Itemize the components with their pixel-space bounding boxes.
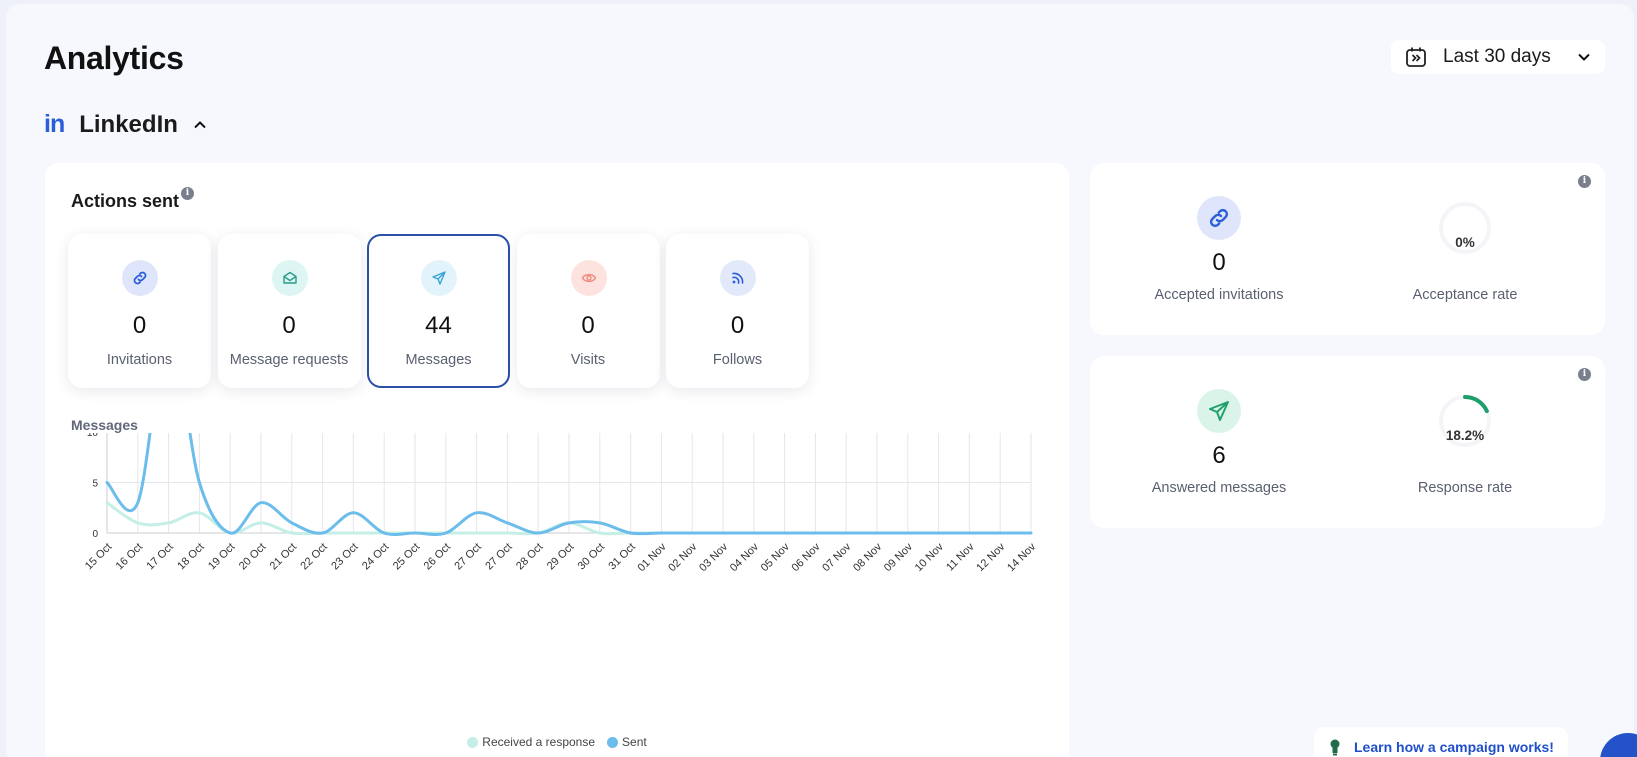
link-icon xyxy=(1197,196,1241,240)
x-tick-label: 30 Oct xyxy=(576,541,607,572)
y-tick-label: 5 xyxy=(92,479,98,490)
action-tile-invitations[interactable]: 0 Invitations xyxy=(68,234,211,388)
analytics-page: Analytics Last 30 days in LinkedIn Actio… xyxy=(6,4,1634,757)
linkedin-logo: in xyxy=(44,110,65,138)
linkedin-section-toggle[interactable]: in LinkedIn xyxy=(44,110,208,139)
legend-label-received: Received a response xyxy=(482,735,596,749)
actions-sent-title: Actions sent xyxy=(71,191,180,211)
calendar-forward-icon xyxy=(1406,47,1426,67)
x-tick-label: 11 Nov xyxy=(944,541,977,574)
action-tile-follows[interactable]: 0 Follows xyxy=(666,234,809,388)
tile-value: 0 xyxy=(132,312,147,339)
eye-icon xyxy=(570,260,607,296)
x-tick-label: 27 Oct xyxy=(452,541,483,572)
send-icon xyxy=(1197,389,1241,433)
x-tick-label: 29 Oct xyxy=(545,541,576,572)
accepted-invitations-value: 0 xyxy=(1212,249,1226,276)
x-tick-label: 23 Oct xyxy=(329,541,360,572)
legend-item-sent[interactable]: Sent xyxy=(607,735,647,749)
x-tick-label: 04 Nov xyxy=(728,541,761,574)
response-rate-value: 18.2% xyxy=(1445,428,1485,443)
x-tick-label: 19 Oct xyxy=(206,541,237,572)
x-tick-label: 02 Nov xyxy=(666,541,699,574)
acceptance-rate-label: Acceptance rate xyxy=(1412,287,1518,303)
date-range-value: Last 30 days xyxy=(1443,46,1551,67)
x-tick-label: 21 Oct xyxy=(268,541,299,572)
x-tick-label: 07 Nov xyxy=(820,541,853,574)
action-tile-message-requests[interactable]: 0 Message requests xyxy=(217,234,361,388)
accepted-invitations-label: Accepted invitations xyxy=(1154,287,1284,303)
chevron-up-icon xyxy=(194,120,206,128)
answered-messages-value: 6 xyxy=(1212,442,1226,469)
x-tick-label: 17 Oct xyxy=(144,541,175,572)
link-icon xyxy=(122,260,158,296)
x-tick-label: 26 Oct xyxy=(422,541,453,572)
x-tick-label: 18 Oct xyxy=(175,541,206,572)
messages-line-chart: 0510152015 Oct16 Oct17 Oct18 Oct19 Oct20… xyxy=(83,433,1039,574)
date-range-select[interactable]: Last 30 days xyxy=(1391,40,1605,74)
x-tick-label: 14 Nov xyxy=(1005,541,1038,574)
legend-label-sent: Sent xyxy=(622,735,647,749)
send-icon xyxy=(421,260,457,296)
x-tick-label: 09 Nov xyxy=(882,541,915,574)
page-title: Analytics xyxy=(44,40,184,76)
chart-legend: Received a response Sent xyxy=(45,735,1069,749)
info-icon[interactable]: i xyxy=(1578,175,1591,188)
chart-title: Messages xyxy=(71,417,138,433)
tile-label: Visits xyxy=(570,352,606,368)
tile-label: Follows xyxy=(712,352,763,368)
x-tick-label: 01 Nov xyxy=(636,541,669,574)
tile-value: 44 xyxy=(425,312,452,339)
tile-label: Messages xyxy=(405,352,472,368)
tile-value: 0 xyxy=(282,312,296,339)
acceptance-rate-value: 0% xyxy=(1455,235,1475,250)
x-tick-label: 28 Oct xyxy=(514,541,545,572)
x-tick-label: 05 Nov xyxy=(759,541,792,574)
x-tick-label: 08 Nov xyxy=(851,541,884,574)
x-tick-label: 10 Nov xyxy=(913,541,946,574)
info-icon[interactable]: i xyxy=(181,187,194,200)
x-tick-label: 06 Nov xyxy=(790,541,823,574)
action-tile-messages[interactable]: 44 Messages xyxy=(367,234,510,388)
rss-icon xyxy=(720,260,756,296)
actions-sent-card: Actions sent i 0 Invitations 0 Message requ… xyxy=(45,163,1069,757)
x-tick-label: 27 Oct xyxy=(483,541,514,572)
x-tick-label: 03 Nov xyxy=(697,541,730,574)
envelope-open-icon xyxy=(271,260,308,296)
x-tick-label: 12 Nov xyxy=(974,541,1007,574)
y-tick-label: 10 xyxy=(87,433,99,439)
accepted-invitations-card: i 0 Accepted invitations 0% Acceptance r… xyxy=(1090,163,1605,335)
platform-name: LinkedIn xyxy=(79,110,178,138)
learn-campaign-label: Learn how a campaign works! xyxy=(1354,739,1554,755)
x-tick-label: 16 Oct xyxy=(114,541,145,572)
x-tick-label: 31 Oct xyxy=(606,541,637,572)
x-tick-label: 22 Oct xyxy=(298,541,329,572)
action-tile-visits[interactable]: 0 Visits xyxy=(516,234,660,388)
legend-dot-received xyxy=(467,736,479,748)
x-tick-label: 25 Oct xyxy=(391,541,422,572)
answered-messages-label: Answered messages xyxy=(1151,480,1287,496)
ring-progress xyxy=(1463,395,1489,414)
chevron-down-icon xyxy=(1578,53,1590,61)
x-tick-label: 15 Oct xyxy=(83,541,114,572)
x-tick-label: 20 Oct xyxy=(237,541,268,572)
tile-value: 0 xyxy=(730,312,745,339)
legend-item-received[interactable]: Received a response xyxy=(467,735,595,749)
lightbulb-icon xyxy=(1330,739,1340,756)
y-tick-label: 0 xyxy=(92,529,98,540)
legend-dot-sent xyxy=(607,736,619,748)
x-tick-label: 24 Oct xyxy=(360,541,391,572)
learn-campaign-link[interactable]: Learn how a campaign works! xyxy=(1314,727,1568,757)
tile-value: 0 xyxy=(581,312,595,339)
tile-label: Invitations xyxy=(106,352,173,368)
info-icon[interactable]: i xyxy=(1578,368,1591,381)
answered-messages-card: i 6 Answered messages 18.2% Response rat… xyxy=(1090,356,1605,528)
tile-label: Message requests xyxy=(229,352,349,368)
response-rate-label: Response rate xyxy=(1417,480,1513,496)
